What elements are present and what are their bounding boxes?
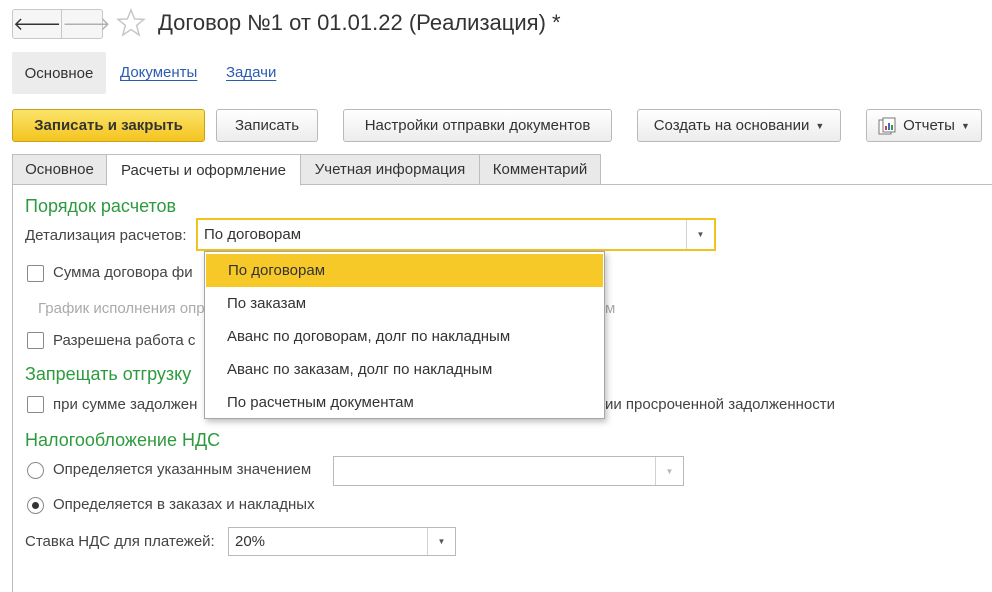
tab-main[interactable]: Основное (12, 52, 106, 94)
form-tab-payments[interactable]: Расчеты и оформление (106, 154, 301, 186)
reports-button[interactable]: Отчеты ▼ (866, 109, 982, 142)
vat-rate-select[interactable]: 20% ▼ (228, 527, 456, 556)
detail-select[interactable]: По договорам ▼ (196, 218, 716, 251)
create-based-on-label: Создать на основании (653, 117, 810, 134)
chevron-down-icon[interactable]: ▼ (655, 457, 683, 485)
chevron-down-icon[interactable]: ▼ (427, 528, 455, 555)
vat-specified-radio[interactable] (27, 462, 44, 479)
allowed-work-label: Разрешена работа с (53, 332, 196, 349)
dropdown-option-by-contracts[interactable]: По договорам (206, 254, 603, 287)
tab-tasks[interactable]: Задачи (226, 64, 276, 81)
form-tab-main[interactable]: Основное (12, 154, 107, 185)
form-tab-accounting[interactable]: Учетная информация (300, 154, 480, 185)
debt-label-tail: ии просроченной задолженности (605, 396, 835, 413)
detail-dropdown-list: По договорам По заказам Аванс по договор… (204, 251, 605, 419)
favorite-star-icon[interactable] (116, 8, 146, 38)
detail-select-value: По договорам (204, 226, 302, 243)
debt-label: при сумме задолжен (53, 396, 198, 413)
vat-orders-radio[interactable] (27, 497, 44, 514)
vat-rate-value: 20% (235, 533, 266, 550)
save-label: Записать (234, 117, 300, 134)
reports-label: Отчеты (903, 117, 955, 134)
chevron-down-icon[interactable]: ▼ (686, 220, 714, 249)
save-button[interactable]: Записать (216, 109, 318, 142)
save-and-close-label: Записать и закрыть (34, 117, 183, 134)
vat-specified-value (334, 457, 655, 485)
reports-icon (878, 117, 896, 134)
vat-specified-label: Определяется указанным значением (53, 461, 312, 478)
radio-selected-dot (32, 502, 39, 509)
chevron-down-icon: ▼ (815, 120, 825, 131)
tab-documents[interactable]: Документы (120, 64, 197, 81)
dropdown-option-by-settlement-docs[interactable]: По расчетным документам (205, 386, 604, 419)
schedule-label: График исполнения опр (38, 300, 205, 317)
debt-checkbox[interactable] (27, 396, 44, 413)
navigation-buttons: 🡐 🡒 (12, 9, 111, 39)
schedule-label-tail: м (605, 300, 616, 317)
allowed-work-checkbox[interactable] (27, 332, 44, 349)
dropdown-option-by-orders[interactable]: По заказам (205, 287, 604, 320)
send-settings-button[interactable]: Настройки отправки документов (343, 109, 612, 142)
fixed-sum-checkbox[interactable] (27, 265, 44, 282)
back-arrow-icon[interactable]: 🡐 (13, 10, 63, 38)
section-shipment-title: Запрещать отгрузку (25, 364, 192, 384)
save-and-close-button[interactable]: Записать и закрыть (12, 109, 205, 142)
fixed-sum-label: Сумма договора фи (53, 264, 193, 281)
dropdown-option-advance-contracts[interactable]: Аванс по договорам, долг по накладным (205, 320, 604, 353)
section-vat-title: Налогообложение НДС (25, 430, 221, 450)
detail-label: Детализация расчетов: (25, 227, 187, 244)
chevron-down-icon: ▼ (960, 120, 970, 131)
vat-rate-label: Ставка НДС для платежей: (25, 533, 215, 550)
window-title: Договор №1 от 01.01.22 (Реализация) * (158, 10, 561, 35)
form-tab-comment[interactable]: Комментарий (479, 154, 601, 185)
section-payments-title: Порядок расчетов (25, 196, 177, 216)
dropdown-option-advance-orders[interactable]: Аванс по заказам, долг по накладным (205, 353, 604, 386)
forward-arrow-icon[interactable]: 🡒 (62, 10, 110, 38)
vat-orders-label: Определяется в заказах и накладных (53, 496, 315, 513)
vat-specified-select[interactable]: ▼ (333, 456, 684, 486)
send-settings-label: Настройки отправки документов (364, 117, 591, 134)
create-based-on-button[interactable]: Создать на основании ▼ (637, 109, 841, 142)
